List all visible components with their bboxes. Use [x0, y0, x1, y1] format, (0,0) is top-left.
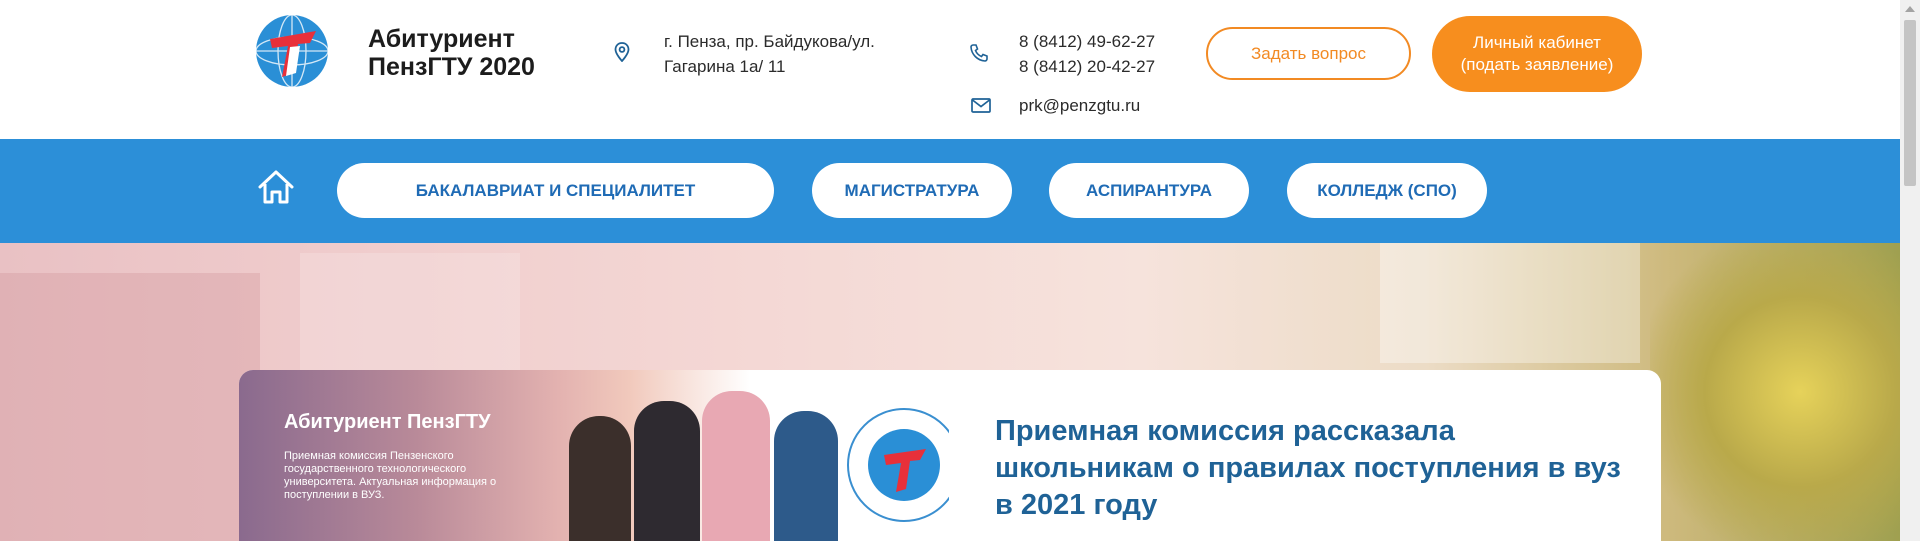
- mail-icon: [971, 98, 991, 113]
- home-icon[interactable]: [257, 169, 295, 205]
- person-figure: [774, 411, 838, 541]
- cabinet-line1: Личный кабинет: [1473, 33, 1601, 52]
- hero-bg-shape: [0, 273, 260, 541]
- cabinet-line2: (подать заявление): [1460, 55, 1614, 74]
- logo-icon[interactable]: [254, 13, 330, 89]
- news-image-title: Абитуриент ПензГТУ: [284, 411, 491, 433]
- news-image[interactable]: Абитуриент ПензГТУ Приемная комиссия Пен…: [239, 370, 949, 541]
- hero-bg-foliage: [1650, 243, 1900, 541]
- nav-postgraduate[interactable]: АСПИРАНТУРА: [1049, 163, 1249, 218]
- person-figure: [569, 416, 631, 541]
- phone-2[interactable]: 8 (8412) 20-42-27: [1019, 54, 1155, 79]
- site-title[interactable]: Абитуриент ПензГТУ 2020: [368, 25, 588, 81]
- personal-cabinet-button[interactable]: Личный кабинет (подать заявление): [1432, 16, 1642, 92]
- news-title[interactable]: Приемная комиссия рассказала школьникам …: [995, 413, 1635, 524]
- site-title-line1: Абитуриент: [368, 25, 515, 53]
- address-line1: г. Пенза, пр. Байдукова/ул.: [664, 32, 875, 51]
- address: г. Пенза, пр. Байдукова/ул. Гагарина 1а/…: [664, 29, 875, 79]
- scroll-up-arrow-icon[interactable]: [1905, 6, 1915, 12]
- person-figure: [634, 401, 700, 541]
- news-image-text: Приемная комиссия Пензенского государств…: [284, 450, 497, 501]
- address-line2: Гагарина 1а/ 11: [664, 57, 786, 76]
- email-link[interactable]: prk@penzgtu.ru: [1019, 96, 1140, 116]
- nav-master[interactable]: МАГИСТРАТУРА: [812, 163, 1012, 218]
- nav-college[interactable]: КОЛЛЕДЖ (СПО): [1287, 163, 1487, 218]
- hero-bg-shape: [1380, 243, 1640, 363]
- scrollbar-thumb[interactable]: [1904, 20, 1916, 186]
- location-pin-icon: [614, 42, 630, 62]
- main-nav: БАКАЛАВРИАТ И СПЕЦИАЛИТЕТ МАГИСТРАТУРА А…: [0, 139, 1900, 243]
- person-figure: [702, 391, 770, 541]
- phone-1[interactable]: 8 (8412) 49-62-27: [1019, 29, 1155, 54]
- site-header: Абитуриент ПензГТУ 2020 г. Пенза, пр. Ба…: [0, 0, 1900, 139]
- site-title-line2: ПензГТУ 2020: [368, 53, 535, 81]
- university-emblem-icon: [847, 408, 949, 522]
- ask-question-button[interactable]: Задать вопрос: [1206, 27, 1411, 80]
- phones: 8 (8412) 49-62-27 8 (8412) 20-42-27: [1019, 29, 1155, 79]
- phone-icon: [970, 44, 988, 62]
- nav-bachelor[interactable]: БАКАЛАВРИАТ И СПЕЦИАЛИТЕТ: [337, 163, 774, 218]
